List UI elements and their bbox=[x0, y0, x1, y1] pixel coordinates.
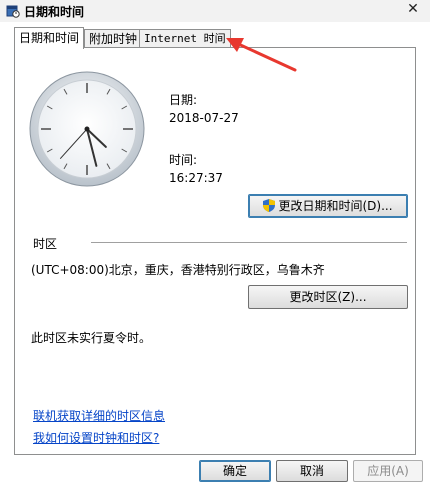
button-label: 更改日期和时间(D)... bbox=[278, 199, 393, 213]
timezone-section-label: 时区 bbox=[33, 237, 58, 251]
apply-button[interactable]: 应用(A) bbox=[353, 460, 423, 482]
button-label: 确定 bbox=[222, 464, 247, 478]
online-timezone-info-link[interactable]: 联机获取详细的时区信息 bbox=[33, 407, 165, 424]
calendar-clock-icon bbox=[6, 5, 20, 18]
date-time-dialog: 日期和时间 ✕ 日期和时间 附加时钟 Internet 时间 日期: 2018-… bbox=[0, 0, 430, 489]
tab-internet-time[interactable]: Internet 时间 bbox=[139, 29, 231, 48]
tab-label: Internet 时间 bbox=[144, 32, 226, 45]
date-label: 日期: bbox=[169, 93, 198, 107]
change-timezone-button[interactable]: 更改时区(Z)... bbox=[248, 285, 408, 309]
timezone-divider bbox=[91, 242, 407, 243]
tab-label: 附加时钟 bbox=[89, 32, 138, 46]
dialog-button-bar: 确定 取消 应用(A) bbox=[0, 455, 430, 489]
time-label: 时间: bbox=[169, 153, 198, 167]
date-value: 2018-07-27 bbox=[169, 111, 239, 125]
close-button[interactable]: ✕ bbox=[402, 0, 424, 18]
tab-date-time[interactable]: 日期和时间 bbox=[14, 27, 85, 49]
how-to-set-clock-link[interactable]: 我如何设置时钟和时区? bbox=[33, 429, 159, 446]
uac-shield-icon bbox=[263, 199, 276, 212]
title-bar[interactable]: 日期和时间 ✕ bbox=[0, 0, 430, 22]
tab-panel-date-time: 日期: 2018-07-27 时间: 16:27:37 更改日期和时间(D)..… bbox=[14, 47, 416, 455]
change-datetime-button[interactable]: 更改日期和时间(D)... bbox=[248, 194, 408, 218]
tab-label: 日期和时间 bbox=[19, 31, 80, 45]
ok-button[interactable]: 确定 bbox=[199, 460, 271, 482]
button-label: 应用(A) bbox=[367, 464, 409, 478]
dst-note: 此时区未实行夏令时。 bbox=[31, 331, 152, 345]
time-value: 16:27:37 bbox=[169, 171, 223, 185]
window-title: 日期和时间 bbox=[24, 5, 85, 19]
button-label: 更改时区(Z)... bbox=[289, 290, 367, 304]
analog-clock bbox=[29, 71, 145, 187]
tab-additional-clocks[interactable]: 附加时钟 bbox=[84, 29, 143, 48]
close-icon: ✕ bbox=[407, 1, 419, 17]
annotation-arrow-icon bbox=[226, 38, 297, 72]
timezone-value: (UTC+08:00)北京，重庆，香港特别行政区，乌鲁木齐 bbox=[31, 263, 325, 277]
button-label: 取消 bbox=[299, 464, 324, 478]
cancel-button[interactable]: 取消 bbox=[276, 460, 348, 482]
